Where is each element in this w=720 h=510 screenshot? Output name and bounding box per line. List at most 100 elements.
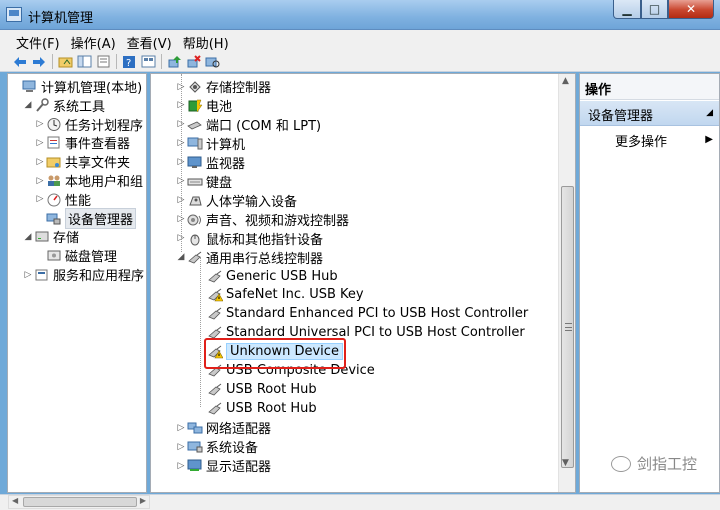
collapsed-arrow-icon[interactable]: ▷ — [34, 194, 46, 204]
tree-item[interactable]: ▷ 共享文件夹 — [34, 152, 130, 171]
scroll-down-arrow-icon[interactable]: ▼ — [562, 458, 569, 468]
tree-item[interactable]: ▷ 系统设备 — [175, 437, 258, 456]
collapsed-arrow-icon[interactable]: ▷ — [34, 138, 46, 148]
collapsed-arrow-icon[interactable]: ▷ — [175, 119, 187, 129]
collapse-triangle-icon[interactable]: ◢ — [706, 108, 713, 118]
collapsed-arrow-icon[interactable]: ▷ — [175, 157, 187, 167]
tree-item[interactable]: ▷ 网络适配器 — [175, 418, 271, 437]
properties-icon[interactable] — [95, 54, 111, 69]
scroll-up-arrow-icon[interactable]: ▲ — [562, 76, 569, 86]
tree-item[interactable]: ▷ 服务和应用程序 — [22, 265, 144, 284]
more-actions-label: 更多操作 — [615, 135, 668, 150]
back-icon[interactable] — [12, 54, 28, 69]
scrollbar-thumb[interactable] — [561, 186, 574, 468]
tree-item[interactable]: ▷ 监视器 — [175, 153, 245, 172]
horizontal-scrollbar[interactable]: ◀ ▶ — [8, 495, 150, 509]
keyboard-icon — [187, 174, 203, 189]
computer-mgmt-icon — [22, 79, 38, 94]
performance-icon — [46, 192, 62, 207]
expanded-arrow-icon[interactable]: ◢ — [175, 252, 187, 262]
menu-help[interactable]: 帮助(H) — [181, 30, 234, 52]
menu-file[interactable]: 文件(F) — [14, 30, 65, 52]
tree-item[interactable]: ◢ 通用串行总线控制器 — [175, 248, 323, 267]
tree-item[interactable]: ▷ 鼠标和其他指针设备 — [175, 229, 323, 248]
collapsed-arrow-icon[interactable]: ▷ — [175, 100, 187, 110]
tree-item[interactable]: 计算机管理(本地) — [10, 77, 142, 96]
tree-item[interactable]: USB Root Hub — [195, 399, 317, 418]
tree-item[interactable]: 磁盘管理 — [34, 246, 117, 265]
tree-item[interactable]: USB Root Hub — [195, 380, 317, 399]
usb-controller-icon — [187, 250, 203, 265]
storage-controller-icon — [187, 79, 203, 94]
toolbar-separator — [52, 54, 53, 69]
forward-icon[interactable] — [31, 54, 47, 69]
details-icon[interactable] — [140, 54, 156, 69]
tree-item[interactable]: ▷ 性能 — [34, 190, 91, 209]
tree-item[interactable]: ▷ 任务计划程序 — [34, 115, 143, 134]
expanded-arrow-icon[interactable]: ◢ — [22, 100, 34, 110]
tree-item[interactable]: ▷ 本地用户和组 — [34, 171, 143, 190]
collapsed-arrow-icon[interactable]: ▷ — [175, 138, 187, 148]
battery-icon — [187, 98, 203, 113]
collapsed-arrow-icon[interactable]: ▷ — [175, 442, 187, 452]
computer-management-icon — [6, 7, 22, 22]
help-icon[interactable]: ? — [121, 54, 137, 69]
tree-item-label: 计算机管理(本地) — [41, 81, 143, 96]
usb-device-icon — [207, 382, 223, 397]
tree-item[interactable]: ◢ 存储 — [22, 227, 79, 246]
collapsed-arrow-icon[interactable]: ▷ — [175, 233, 187, 243]
tree-item[interactable]: ▷ 事件查看器 — [34, 133, 130, 152]
menu-action[interactable]: 操作(A) — [69, 30, 121, 52]
collapsed-arrow-icon[interactable]: ▷ — [175, 214, 187, 224]
console-tree-pane: 计算机管理(本地) ◢ 系统工具 ▷ 任务计划程序 ▷ 事件查看器 ▷ 共享文件夹 ▷ 本地用户和组… — [7, 73, 147, 493]
collapsed-arrow-icon[interactable]: ▷ — [175, 176, 187, 186]
hscroll-thumb[interactable] — [23, 497, 137, 507]
update-driver-icon[interactable] — [166, 54, 182, 69]
tree-item[interactable]: ▷ 端口 (COM 和 LPT) — [175, 115, 322, 134]
tree-item[interactable]: ▷ 声音、视频和游戏控制器 — [175, 210, 349, 229]
maximize-button[interactable]: □ — [641, 0, 668, 19]
monitor-icon — [187, 155, 203, 170]
usb-device-icon — [207, 269, 223, 284]
tree-item[interactable]: ▷ 存储控制器 — [175, 77, 271, 96]
close-button[interactable]: ✕ — [668, 0, 714, 19]
scan-hardware-icon[interactable] — [204, 54, 220, 69]
collapsed-arrow-icon[interactable]: ▷ — [175, 195, 187, 205]
collapsed-arrow-icon[interactable]: ▷ — [34, 157, 46, 167]
storage-icon — [34, 229, 50, 244]
menu-view[interactable]: 查看(V) — [125, 30, 177, 52]
minimize-button[interactable]: ▁ — [613, 0, 641, 19]
collapsed-arrow-icon[interactable]: ▷ — [175, 461, 187, 471]
tree-item[interactable]: ▷ 人体学输入设备 — [175, 191, 297, 210]
more-actions-item[interactable]: 更多操作 ▶ — [615, 131, 719, 153]
tree-item-label: 键盘 — [206, 175, 233, 191]
tree-item[interactable]: ▷ 计算机 — [175, 134, 245, 153]
collapsed-arrow-icon[interactable]: ▷ — [175, 423, 187, 433]
vertical-scrollbar[interactable]: ▲ ▼ — [558, 74, 575, 492]
collapsed-arrow-icon[interactable]: ▷ — [22, 270, 34, 280]
tree-item[interactable]: Generic USB Hub — [195, 267, 338, 286]
collapsed-arrow-icon[interactable]: ▷ — [175, 82, 187, 92]
tree-item[interactable]: ▷ 电池 — [175, 96, 232, 115]
up-folder-icon[interactable] — [57, 54, 73, 69]
collapsed-arrow-icon[interactable]: ▷ — [34, 176, 46, 186]
expanded-arrow-icon[interactable]: ◢ — [22, 232, 34, 242]
tree-item[interactable]: ◢ 系统工具 — [22, 96, 105, 115]
uninstall-icon[interactable] — [185, 54, 201, 69]
menu-bar: 文件(F) 操作(A) 查看(V) 帮助(H) — [0, 30, 720, 52]
usb-device-icon — [207, 306, 223, 321]
collapsed-arrow-icon[interactable]: ▷ — [34, 119, 46, 129]
tree-item[interactable]: 设备管理器 — [34, 207, 137, 229]
scroll-right-arrow-icon[interactable]: ▶ — [140, 496, 146, 505]
tree-item-label: 网络适配器 — [206, 422, 272, 438]
tree-item[interactable]: ▷ 键盘 — [175, 172, 232, 191]
toolbar: ? — [0, 52, 720, 72]
tree-item[interactable]: ▷ 显示适配器 — [175, 456, 271, 475]
tree-item[interactable]: SafeNet Inc. USB Key — [195, 285, 364, 304]
users-icon — [46, 173, 62, 188]
scroll-left-arrow-icon[interactable]: ◀ — [12, 496, 18, 505]
tree-item-label: 本地用户和组 — [65, 175, 144, 190]
show-tree-icon[interactable] — [76, 54, 92, 69]
tree-item[interactable]: Standard Enhanced PCI to USB Host Contro… — [195, 304, 528, 323]
actions-section-device-manager[interactable]: 设备管理器 ◢ — [580, 101, 719, 126]
